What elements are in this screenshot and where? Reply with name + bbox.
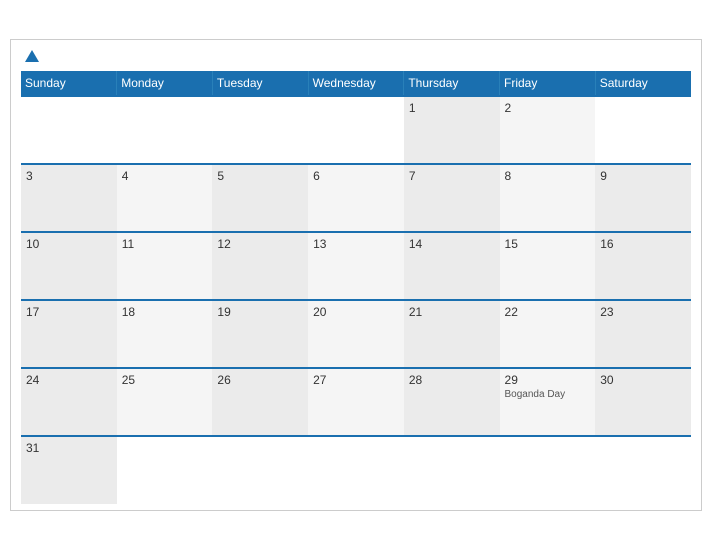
day-number: 12 [217, 237, 303, 251]
calendar-cell [308, 96, 404, 164]
calendar-cell [117, 436, 213, 504]
calendar-cell: 9 [595, 164, 691, 232]
logo [21, 50, 39, 63]
calendar-cell [500, 436, 596, 504]
day-number: 4 [122, 169, 208, 183]
calendar-cell: 21 [404, 300, 500, 368]
calendar-cell: 20 [308, 300, 404, 368]
calendar-cell: 10 [21, 232, 117, 300]
calendar-cell [117, 96, 213, 164]
days-header-row: SundayMondayTuesdayWednesdayThursdayFrid… [21, 71, 691, 96]
calendar-cell [595, 96, 691, 164]
calendar-cell: 13 [308, 232, 404, 300]
calendar-cell [595, 436, 691, 504]
day-number: 26 [217, 373, 303, 387]
day-number: 30 [600, 373, 686, 387]
day-number: 18 [122, 305, 208, 319]
day-number: 28 [409, 373, 495, 387]
logo-blue-text [21, 50, 39, 63]
calendar-cell: 28 [404, 368, 500, 436]
calendar-cell: 12 [212, 232, 308, 300]
calendar-cell [212, 436, 308, 504]
holiday-label: Boganda Day [505, 389, 591, 400]
logo-triangle-icon [25, 50, 39, 62]
calendar-cell: 16 [595, 232, 691, 300]
calendar-cell: 31 [21, 436, 117, 504]
calendar-cell: 27 [308, 368, 404, 436]
calendar-cell [308, 436, 404, 504]
calendar-cell: 22 [500, 300, 596, 368]
day-of-week-header: Wednesday [308, 71, 404, 96]
day-number: 10 [26, 237, 112, 251]
calendar-cell: 19 [212, 300, 308, 368]
day-number: 24 [26, 373, 112, 387]
day-of-week-header: Sunday [21, 71, 117, 96]
day-number: 11 [122, 237, 208, 251]
day-of-week-header: Saturday [595, 71, 691, 96]
day-number: 23 [600, 305, 686, 319]
day-number: 20 [313, 305, 399, 319]
day-number: 5 [217, 169, 303, 183]
calendar-cell: 5 [212, 164, 308, 232]
calendar-cell: 7 [404, 164, 500, 232]
day-number: 14 [409, 237, 495, 251]
day-number: 27 [313, 373, 399, 387]
calendar-cell: 4 [117, 164, 213, 232]
day-number: 29 [505, 373, 591, 387]
calendar-week-row: 3456789 [21, 164, 691, 232]
day-number: 13 [313, 237, 399, 251]
calendar-cell: 30 [595, 368, 691, 436]
calendar-cell: 1 [404, 96, 500, 164]
calendar-grid: SundayMondayTuesdayWednesdayThursdayFrid… [21, 71, 691, 504]
day-number: 3 [26, 169, 112, 183]
calendar-cell: 11 [117, 232, 213, 300]
day-number: 1 [409, 101, 495, 115]
day-number: 8 [505, 169, 591, 183]
calendar-cell [21, 96, 117, 164]
day-number: 31 [26, 441, 112, 455]
calendar-cell: 23 [595, 300, 691, 368]
calendar-week-row: 10 11 12 13 14 15 16 [21, 232, 691, 300]
day-of-week-header: Tuesday [212, 71, 308, 96]
calendar-week-row: 24 25 26 27 28 29 Boganda Day 30 [21, 368, 691, 436]
day-number: 16 [600, 237, 686, 251]
calendar-cell: 14 [404, 232, 500, 300]
day-number: 17 [26, 305, 112, 319]
calendar-week-row: 12 [21, 96, 691, 164]
calendar-wrapper: SundayMondayTuesdayWednesdayThursdayFrid… [10, 39, 702, 511]
calendar-cell: 29 Boganda Day [500, 368, 596, 436]
calendar-cell: 8 [500, 164, 596, 232]
calendar-cell: 15 [500, 232, 596, 300]
calendar-cell: 3 [21, 164, 117, 232]
day-number: 9 [600, 169, 686, 183]
calendar-week-row: 17 18 19 20 21 22 23 [21, 300, 691, 368]
calendar-week-row: 31 [21, 436, 691, 504]
day-number: 25 [122, 373, 208, 387]
calendar-cell: 6 [308, 164, 404, 232]
calendar-cell [212, 96, 308, 164]
day-number: 22 [505, 305, 591, 319]
day-number: 19 [217, 305, 303, 319]
day-number: 7 [409, 169, 495, 183]
calendar-cell: 17 [21, 300, 117, 368]
day-number: 15 [505, 237, 591, 251]
day-number: 6 [313, 169, 399, 183]
calendar-cell: 24 [21, 368, 117, 436]
calendar-cell: 25 [117, 368, 213, 436]
calendar-cell: 2 [500, 96, 596, 164]
calendar-header [21, 50, 691, 63]
day-number: 21 [409, 305, 495, 319]
day-of-week-header: Thursday [404, 71, 500, 96]
day-of-week-header: Monday [117, 71, 213, 96]
calendar-cell: 26 [212, 368, 308, 436]
day-of-week-header: Friday [500, 71, 596, 96]
calendar-cell: 18 [117, 300, 213, 368]
day-number: 2 [505, 101, 591, 115]
calendar-cell [404, 436, 500, 504]
